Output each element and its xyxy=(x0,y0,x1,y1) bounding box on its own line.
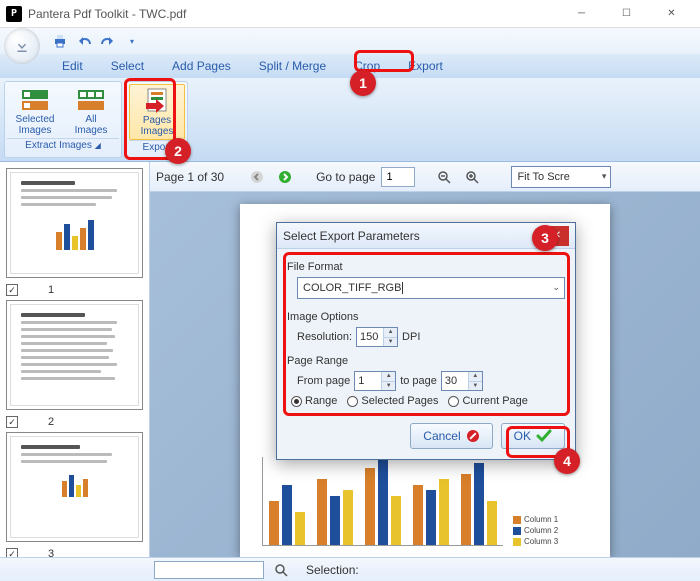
next-page-button[interactable] xyxy=(274,166,296,188)
page-toolbar: Page 1 of 30 Go to page Fit To Scre▾ xyxy=(150,162,700,192)
to-page-label: to page xyxy=(400,375,437,387)
thumb-1-label: 1 xyxy=(48,284,54,296)
redo-icon[interactable] xyxy=(98,31,118,51)
maximize-button[interactable]: ☐ xyxy=(604,0,649,28)
resolution-input[interactable]: 150▲▼ xyxy=(356,327,398,347)
thumb-3[interactable] xyxy=(6,432,143,542)
selected-images-button[interactable]: Selected Images xyxy=(7,84,63,138)
all-images-label: All Images xyxy=(75,114,108,136)
spin-up-icon[interactable]: ▲ xyxy=(383,328,397,338)
cancel-button[interactable]: Cancel xyxy=(410,423,492,449)
radio-current-page[interactable]: Current Page xyxy=(448,395,527,407)
selection-label: Selection: xyxy=(306,563,359,577)
app-menu-button[interactable] xyxy=(4,28,40,64)
selected-images-label: Selected Images xyxy=(16,114,55,136)
all-images-icon xyxy=(75,86,107,112)
image-options-label: Image Options xyxy=(287,311,565,323)
go-to-page-label: Go to page xyxy=(316,170,375,184)
check-icon xyxy=(536,429,552,443)
status-search-input[interactable] xyxy=(154,561,264,579)
download-arrow-icon xyxy=(13,37,31,55)
tab-split-merge[interactable]: Split / Merge xyxy=(245,54,340,78)
callout-4: 4 xyxy=(554,448,580,474)
callout-2: 2 xyxy=(165,138,191,164)
print-icon[interactable] xyxy=(50,31,70,51)
callout-3: 3 xyxy=(532,225,558,251)
selected-images-icon xyxy=(19,86,51,112)
prev-page-button[interactable] xyxy=(246,166,268,188)
app-logo: P xyxy=(6,6,22,22)
ribbon-group-extract-label: Extract Images ◢ xyxy=(7,138,119,153)
status-search-button[interactable] xyxy=(270,559,292,581)
file-format-label: File Format xyxy=(287,261,565,273)
tab-export[interactable]: Export xyxy=(394,54,457,78)
all-images-button[interactable]: All Images xyxy=(63,84,119,138)
export-parameters-dialog: Select Export Parameters ✕ File Format C… xyxy=(276,222,576,460)
page-range-label: Page Range xyxy=(287,355,565,367)
spin-up-icon[interactable]: ▲ xyxy=(468,372,482,382)
ok-button[interactable]: OK xyxy=(501,423,565,449)
spin-down-icon[interactable]: ▼ xyxy=(381,382,395,391)
cancel-icon xyxy=(466,429,480,443)
thumb-2[interactable] xyxy=(6,300,143,410)
thumb-2-checkbox[interactable]: ✓ xyxy=(6,416,18,428)
dialog-launcher-icon[interactable]: ◢ xyxy=(95,141,101,150)
go-to-page-input[interactable] xyxy=(381,167,415,187)
dialog-title: Select Export Parameters xyxy=(283,229,545,243)
minimize-button[interactable]: ─ xyxy=(559,0,604,28)
spin-up-icon[interactable]: ▲ xyxy=(381,372,395,382)
chevron-down-icon: ▾ xyxy=(602,171,607,182)
quick-dropdown-icon[interactable]: ▾ xyxy=(122,31,142,51)
status-bar: Selection: xyxy=(0,557,700,581)
pages-images-icon xyxy=(141,87,173,113)
from-page-input[interactable]: 1▲▼ xyxy=(354,371,396,391)
pages-images-button[interactable]: Pages Images xyxy=(129,84,185,140)
radio-range[interactable]: Range xyxy=(291,395,337,407)
spin-down-icon[interactable]: ▼ xyxy=(468,382,482,391)
tab-add-pages[interactable]: Add Pages xyxy=(158,54,245,78)
zoom-fit-combo[interactable]: Fit To Scre▾ xyxy=(511,166,611,188)
tab-select[interactable]: Select xyxy=(97,54,158,78)
thumb-3-checkbox[interactable]: ✓ xyxy=(6,548,18,557)
thumb-2-label: 2 xyxy=(48,416,54,428)
thumbnails-panel: ✓ 1 ✓ 2 ✓ 3 xyxy=(0,162,150,557)
close-button[interactable]: ✕ xyxy=(649,0,694,28)
thumb-1[interactable] xyxy=(6,168,143,278)
resolution-label: Resolution: xyxy=(297,331,352,343)
file-format-value: COLOR_TIFF_RGB xyxy=(303,282,401,294)
undo-icon[interactable] xyxy=(74,31,94,51)
thumb-1-checkbox[interactable]: ✓ xyxy=(6,284,18,296)
file-format-combo[interactable]: COLOR_TIFF_RGB ⌄ xyxy=(297,277,565,299)
title-bar: P Pantera Pdf Toolkit - TWC.pdf ─ ☐ ✕ xyxy=(0,0,700,28)
ribbon: Selected Images All Images Extract Image… xyxy=(0,78,700,162)
radio-selected-pages[interactable]: Selected Pages xyxy=(347,395,438,407)
tab-edit[interactable]: Edit xyxy=(48,54,97,78)
chevron-down-icon: ⌄ xyxy=(552,282,560,293)
to-page-input[interactable]: 30▲▼ xyxy=(441,371,483,391)
quick-access-toolbar: ▾ xyxy=(0,28,700,54)
zoom-out-button[interactable] xyxy=(433,166,455,188)
spin-down-icon[interactable]: ▼ xyxy=(383,338,397,347)
page-counter: Page 1 of 30 xyxy=(156,170,224,184)
pages-images-label: Pages Images xyxy=(141,115,174,137)
ribbon-tabs: Edit Select Add Pages Split / Merge Crop… xyxy=(0,54,700,78)
window-title: Pantera Pdf Toolkit - TWC.pdf xyxy=(28,7,559,21)
ribbon-group-extract-images: Selected Images All Images Extract Image… xyxy=(4,81,122,158)
zoom-in-button[interactable] xyxy=(461,166,483,188)
from-page-label: From page xyxy=(297,375,350,387)
thumb-3-label: 3 xyxy=(48,548,54,557)
dpi-label: DPI xyxy=(402,331,420,343)
callout-1: 1 xyxy=(350,70,376,96)
